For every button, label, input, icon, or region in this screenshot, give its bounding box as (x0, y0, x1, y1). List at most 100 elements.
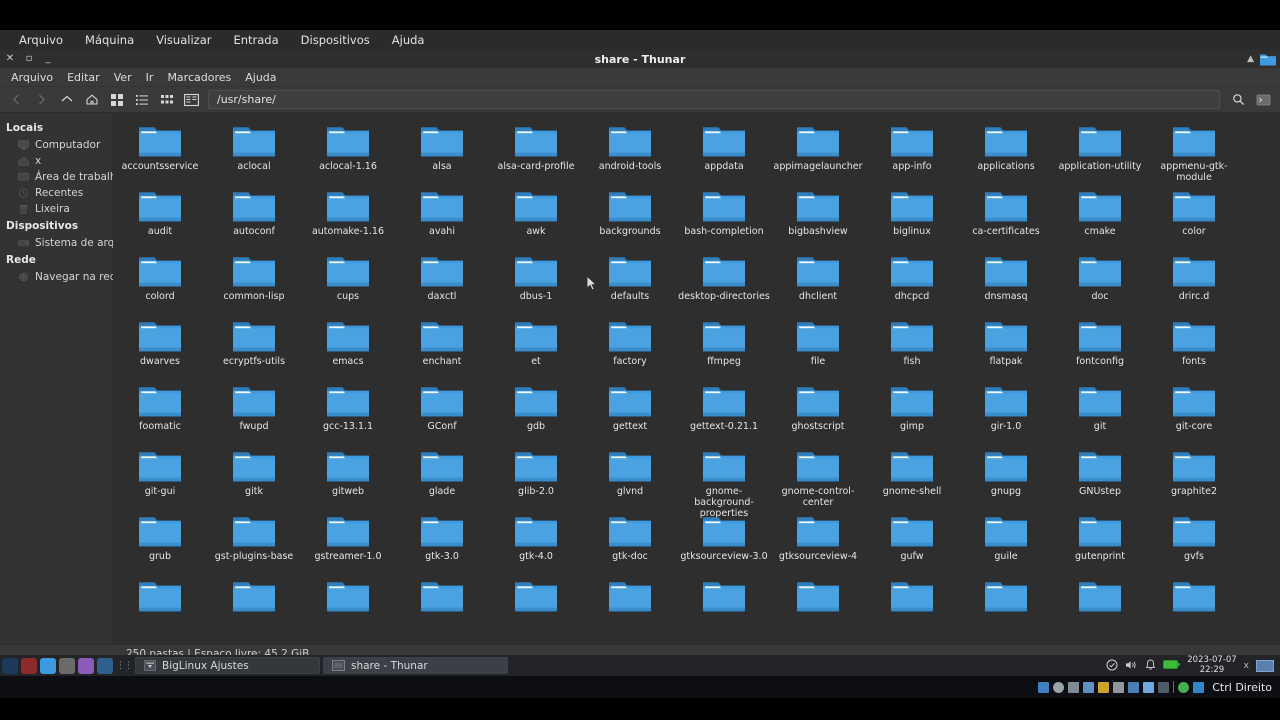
file-item-partial[interactable] (771, 576, 865, 641)
file-item-partial[interactable] (113, 576, 207, 641)
tray-close-icon[interactable]: x (1244, 661, 1249, 671)
file-item[interactable]: bash-completion (677, 186, 771, 251)
file-item[interactable]: gettext (583, 381, 677, 446)
sidebar-item-area-de-trabalho[interactable]: Área de trabalho (0, 169, 123, 185)
floppy-icon[interactable] (1068, 681, 1080, 693)
sidebar-item-lixeira[interactable]: Lixeira (0, 201, 112, 217)
menu-ir[interactable]: Ir (139, 68, 161, 87)
file-item[interactable]: bigbashview (771, 186, 865, 251)
file-item[interactable]: fontconfig (1053, 316, 1147, 381)
file-item[interactable]: gcc-13.1.1 (301, 381, 395, 446)
file-item[interactable]: doc (1053, 251, 1147, 316)
file-item[interactable]: gufw (865, 511, 959, 576)
path-entry[interactable]: /usr/share/ (208, 90, 1220, 109)
file-item[interactable]: cmake (1053, 186, 1147, 251)
file-item[interactable]: appdata (677, 121, 771, 186)
recording-icon[interactable] (1143, 681, 1155, 693)
file-item[interactable]: glvnd (583, 446, 677, 511)
file-item[interactable]: dbus-1 (489, 251, 583, 316)
file-item[interactable]: gnupg (959, 446, 1053, 511)
file-item[interactable]: gimp (865, 381, 959, 446)
biglinux-config-icon[interactable] (97, 657, 113, 674)
file-item[interactable]: git (1053, 381, 1147, 446)
file-item[interactable]: gst-plugins-base (207, 511, 301, 576)
file-item-partial[interactable] (301, 576, 395, 641)
file-item[interactable]: avahi (395, 186, 489, 251)
updates-icon[interactable] (1106, 659, 1118, 673)
file-item[interactable]: gtk-doc (583, 511, 677, 576)
file-item[interactable]: gtk-3.0 (395, 511, 489, 576)
home-icon[interactable] (79, 88, 104, 112)
file-item[interactable]: autoconf (207, 186, 301, 251)
view-icons-icon[interactable] (104, 88, 129, 112)
file-item[interactable]: gnome-shell (865, 446, 959, 511)
file-item-partial[interactable] (865, 576, 959, 641)
file-item[interactable]: graphite2 (1147, 446, 1241, 511)
vbox-menu-visualizar[interactable]: Visualizar (145, 30, 222, 50)
file-item[interactable]: automake-1.16 (301, 186, 395, 251)
vbox-menu-ajuda[interactable]: Ajuda (381, 30, 436, 50)
file-item[interactable]: gutenprint (1053, 511, 1147, 576)
file-item[interactable]: GConf (395, 381, 489, 446)
file-item[interactable]: fwupd (207, 381, 301, 446)
file-item-partial[interactable] (677, 576, 771, 641)
terminal-icon[interactable] (1251, 88, 1276, 112)
file-item[interactable]: biglinux (865, 186, 959, 251)
file-item[interactable]: dhclient (771, 251, 865, 316)
file-item[interactable]: et (489, 316, 583, 381)
file-item[interactable]: gtksourceview-3.0 (677, 511, 771, 576)
view-list-icon[interactable] (129, 88, 154, 112)
back-arrow-icon[interactable] (4, 88, 29, 112)
file-item[interactable]: app-info (865, 121, 959, 186)
vbox-menu-entrada[interactable]: Entrada (222, 30, 289, 50)
menu-arquivo[interactable]: Arquivo (4, 68, 60, 87)
view-details-icon[interactable] (179, 88, 204, 112)
file-item[interactable]: gitweb (301, 446, 395, 511)
file-item[interactable]: glade (395, 446, 489, 511)
file-item[interactable]: color (1147, 186, 1241, 251)
file-item-partial[interactable] (959, 576, 1053, 641)
file-item[interactable]: common-lisp (207, 251, 301, 316)
menu-ajuda[interactable]: Ajuda (238, 68, 283, 87)
vbox-menu-arquivo[interactable]: Arquivo (8, 30, 74, 50)
file-pane[interactable]: accountsservice aclocal aclocal-1.16 alsa al… (113, 113, 1280, 644)
taskbar-button-share-thunar[interactable]: share - Thunar (323, 657, 508, 674)
shared-folders-icon[interactable] (1113, 681, 1125, 693)
file-item[interactable]: android-tools (583, 121, 677, 186)
forward-arrow-icon[interactable] (29, 88, 54, 112)
chevron-up-icon[interactable]: ▲ (1247, 54, 1254, 64)
file-item[interactable]: ffmpeg (677, 316, 771, 381)
file-item[interactable]: glib-2.0 (489, 446, 583, 511)
terminal-icon[interactable] (59, 657, 75, 674)
file-item-partial[interactable] (395, 576, 489, 641)
file-item[interactable]: accountsservice (113, 121, 207, 186)
taskbar-button-biglinux-ajustes[interactable]: BigLinux Ajustes (135, 657, 320, 674)
volume-icon[interactable] (1125, 659, 1138, 673)
biglinux-menu-icon[interactable] (2, 657, 18, 674)
file-item[interactable]: gtksourceview-4 (771, 511, 865, 576)
file-item[interactable]: dnsmasq (959, 251, 1053, 316)
file-item[interactable]: daxctl (395, 251, 489, 316)
up-arrow-icon[interactable] (54, 88, 79, 112)
workspace-switcher[interactable] (1256, 659, 1274, 672)
file-item[interactable]: gstreamer-1.0 (301, 511, 395, 576)
file-item[interactable]: gdb (489, 381, 583, 446)
file-item[interactable]: factory (583, 316, 677, 381)
file-item[interactable]: aclocal (207, 121, 301, 186)
file-item[interactable]: colord (113, 251, 207, 316)
file-item[interactable]: git-gui (113, 446, 207, 511)
file-item[interactable]: gtk-4.0 (489, 511, 583, 576)
optical-disk-icon[interactable] (1053, 681, 1065, 693)
file-item[interactable]: gitk (207, 446, 301, 511)
vivaldi-browser-icon[interactable] (21, 657, 37, 674)
file-item[interactable]: ecryptfs-utils (207, 316, 301, 381)
file-item[interactable]: ca-certificates (959, 186, 1053, 251)
usb-icon[interactable] (1098, 681, 1110, 693)
file-manager-icon[interactable] (40, 657, 56, 674)
file-item[interactable]: gvfs (1147, 511, 1241, 576)
features-icon[interactable] (1158, 681, 1170, 693)
close-button[interactable]: ✕ (5, 54, 15, 64)
clock[interactable]: 2023-07-07 22:29 (1187, 655, 1236, 675)
keyboard-icon[interactable] (1193, 681, 1205, 693)
file-item[interactable]: drirc.d (1147, 251, 1241, 316)
